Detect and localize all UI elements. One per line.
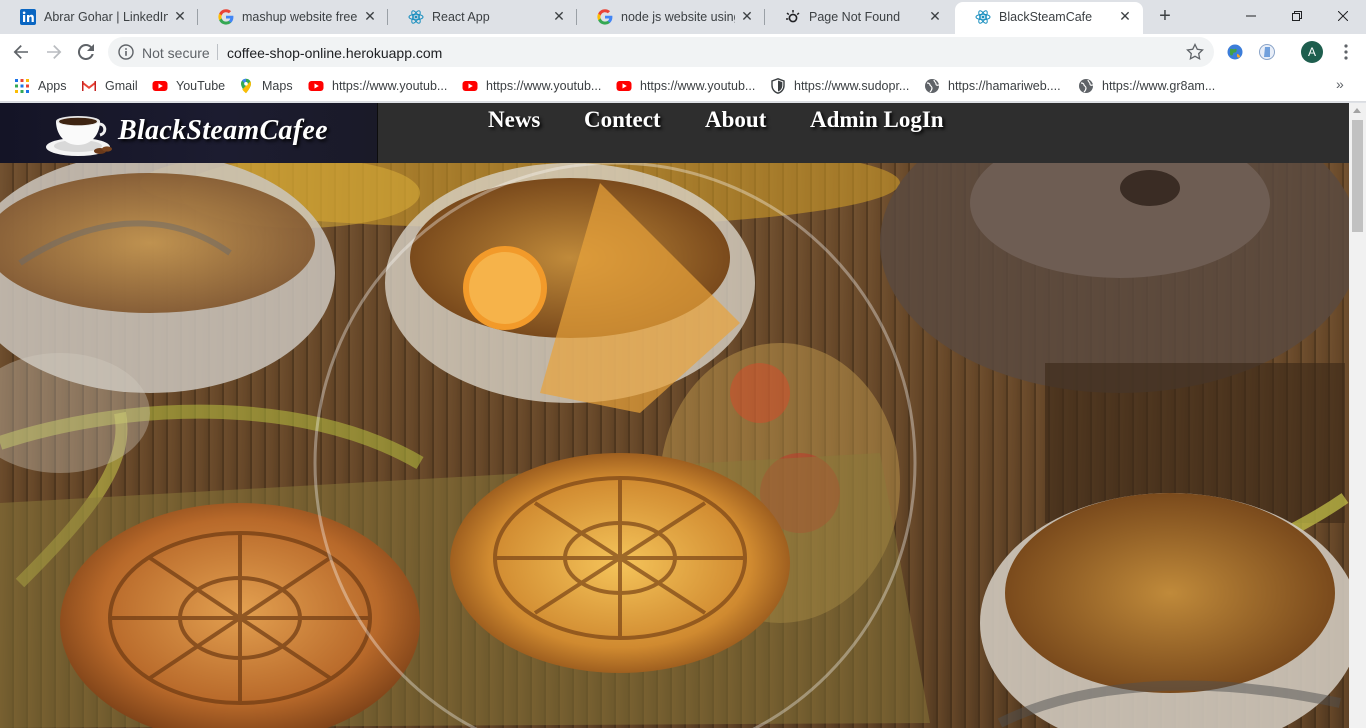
bookmark-youtube-link-3[interactable]: https://www.youtub... xyxy=(616,76,755,96)
bookmark-label: https://www.sudopr... xyxy=(794,79,910,93)
tab-title: Abrar Gohar | LinkedIn xyxy=(44,10,168,24)
youtube-icon xyxy=(462,81,478,91)
profile-avatar[interactable]: A xyxy=(1301,41,1323,63)
reload-button[interactable] xyxy=(74,40,98,64)
globe-icon xyxy=(925,79,940,93)
react-icon xyxy=(408,10,424,24)
new-tab-button[interactable]: + xyxy=(1155,6,1175,27)
tab-title: BlackSteamCafe xyxy=(999,10,1093,24)
bookmarks-bar: Apps Gmail YouTube Maps https://www.yout… xyxy=(0,70,1366,102)
bookmark-hamariweb[interactable]: https://hamariweb.... xyxy=(924,76,1061,96)
bookmarks-overflow-button[interactable]: » xyxy=(1336,76,1344,92)
tea-and-mooncakes-photo xyxy=(0,163,1349,728)
tab-linkedin[interactable]: Abrar Gohar | LinkedIn ✕ xyxy=(0,0,198,34)
google-icon xyxy=(218,9,234,25)
brand-name-part: Steam xyxy=(186,115,260,146)
tab-strip: Abrar Gohar | LinkedIn ✕ mashup website … xyxy=(0,0,1366,34)
arrow-left-icon xyxy=(13,45,28,59)
page-viewport: BlackSteamCafee News Contect About Admin… xyxy=(0,103,1349,728)
bookmark-maps[interactable]: Maps xyxy=(238,76,293,96)
tab-page-not-found[interactable]: Page Not Found ✕ xyxy=(765,0,953,34)
bookmark-label: Apps xyxy=(38,79,67,93)
brand-name-part: Cafee xyxy=(259,115,328,146)
bookmark-label: YouTube xyxy=(176,79,226,93)
nav-admin-login[interactable]: Admin LogIn xyxy=(810,107,944,133)
youtube-icon xyxy=(308,81,324,91)
bookmark-label: https://www.youtub... xyxy=(486,79,602,93)
bookmark-star-icon[interactable] xyxy=(1186,43,1204,61)
close-icon[interactable]: ✕ xyxy=(551,8,567,24)
bookmark-label: https://www.gr8am... xyxy=(1102,79,1216,93)
close-icon[interactable]: ✕ xyxy=(1117,8,1133,24)
tab-title: Page Not Found xyxy=(809,10,901,24)
bookmark-youtube-link-2[interactable]: https://www.youtub... xyxy=(462,76,601,96)
close-icon xyxy=(1338,11,1348,21)
close-icon[interactable]: ✕ xyxy=(172,8,188,24)
bookmark-youtube-link-1[interactable]: https://www.youtub... xyxy=(308,76,447,96)
youtube-icon xyxy=(152,81,168,91)
tab-node-js[interactable]: node js website using h ✕ xyxy=(577,0,765,34)
window-close-button[interactable] xyxy=(1320,0,1366,32)
back-button[interactable] xyxy=(9,40,33,64)
globe-icon xyxy=(1079,79,1094,93)
coffee-cup-icon xyxy=(46,116,112,156)
nav-news[interactable]: News xyxy=(488,107,540,133)
restore-icon xyxy=(1292,11,1302,21)
react-icon xyxy=(975,10,991,24)
page-scrollbar[interactable] xyxy=(1349,103,1366,728)
bookmark-youtube[interactable]: YouTube xyxy=(152,76,225,96)
brand-logo[interactable]: BlackSteamCafee xyxy=(0,103,378,163)
bookmark-gmail[interactable]: Gmail xyxy=(81,76,138,96)
minimize-button[interactable] xyxy=(1228,0,1274,32)
bookmark-label: https://www.youtub... xyxy=(332,79,448,93)
reload-icon xyxy=(78,44,94,60)
omnibox-divider xyxy=(217,44,218,60)
maps-pin-icon xyxy=(241,78,251,94)
kebab-menu-icon[interactable] xyxy=(1338,42,1354,62)
shield-icon xyxy=(771,78,785,94)
bookmark-label: https://www.youtub... xyxy=(640,79,756,93)
nav-about[interactable]: About xyxy=(705,107,766,133)
close-icon[interactable]: ✕ xyxy=(739,8,755,24)
gmail-icon xyxy=(82,81,96,91)
close-icon[interactable]: ✕ xyxy=(927,8,943,24)
tab-title: mashup website free - G xyxy=(242,10,358,24)
youtube-icon xyxy=(616,81,632,91)
tab-react-app[interactable]: React App ✕ xyxy=(388,0,577,34)
arrow-right-icon xyxy=(47,45,62,59)
bookmark-label: https://hamariweb.... xyxy=(948,79,1061,93)
restore-button[interactable] xyxy=(1274,0,1320,32)
page-extension-icon[interactable] xyxy=(1258,43,1276,61)
bookmark-gr8am[interactable]: https://www.gr8am... xyxy=(1078,76,1215,96)
close-icon[interactable]: ✕ xyxy=(362,8,378,24)
bookmark-apps[interactable]: Apps xyxy=(14,76,67,96)
apps-grid-icon xyxy=(15,79,29,93)
minimize-icon xyxy=(1246,15,1256,17)
tab-blacksteamcafe[interactable]: BlackSteamCafe ✕ xyxy=(955,2,1143,34)
browser-toolbar: Not secure coffee-shop-online.herokuapp.… xyxy=(0,34,1366,70)
gear-sun-icon xyxy=(786,10,800,23)
brand-name: BlackSteamCafee xyxy=(118,115,328,147)
tab-mashup[interactable]: mashup website free - G ✕ xyxy=(198,0,388,34)
scroll-up-arrow-icon[interactable] xyxy=(1353,108,1361,113)
nav-contect[interactable]: Contect xyxy=(584,107,661,133)
hero-background-image xyxy=(0,163,1349,728)
forward-button[interactable] xyxy=(42,40,66,64)
url-text[interactable]: coffee-shop-online.herokuapp.com xyxy=(227,45,442,61)
info-icon[interactable] xyxy=(118,44,134,60)
address-bar[interactable]: Not secure coffee-shop-online.herokuapp.… xyxy=(108,37,1214,67)
linkedin-icon xyxy=(20,9,36,25)
earth-extension-icon[interactable] xyxy=(1226,43,1244,61)
brand-name-part: Black xyxy=(118,115,187,146)
bookmark-sudopr[interactable]: https://www.sudopr... xyxy=(770,76,909,96)
bookmark-label: Gmail xyxy=(105,79,138,93)
security-label[interactable]: Not secure xyxy=(142,45,210,61)
scrollbar-thumb[interactable] xyxy=(1352,120,1363,232)
site-header: BlackSteamCafee News Contect About Admin… xyxy=(0,103,1349,163)
tab-title: React App xyxy=(432,10,490,24)
bookmark-label: Maps xyxy=(262,79,293,93)
tab-title: node js website using h xyxy=(621,10,735,24)
google-icon xyxy=(597,9,613,25)
